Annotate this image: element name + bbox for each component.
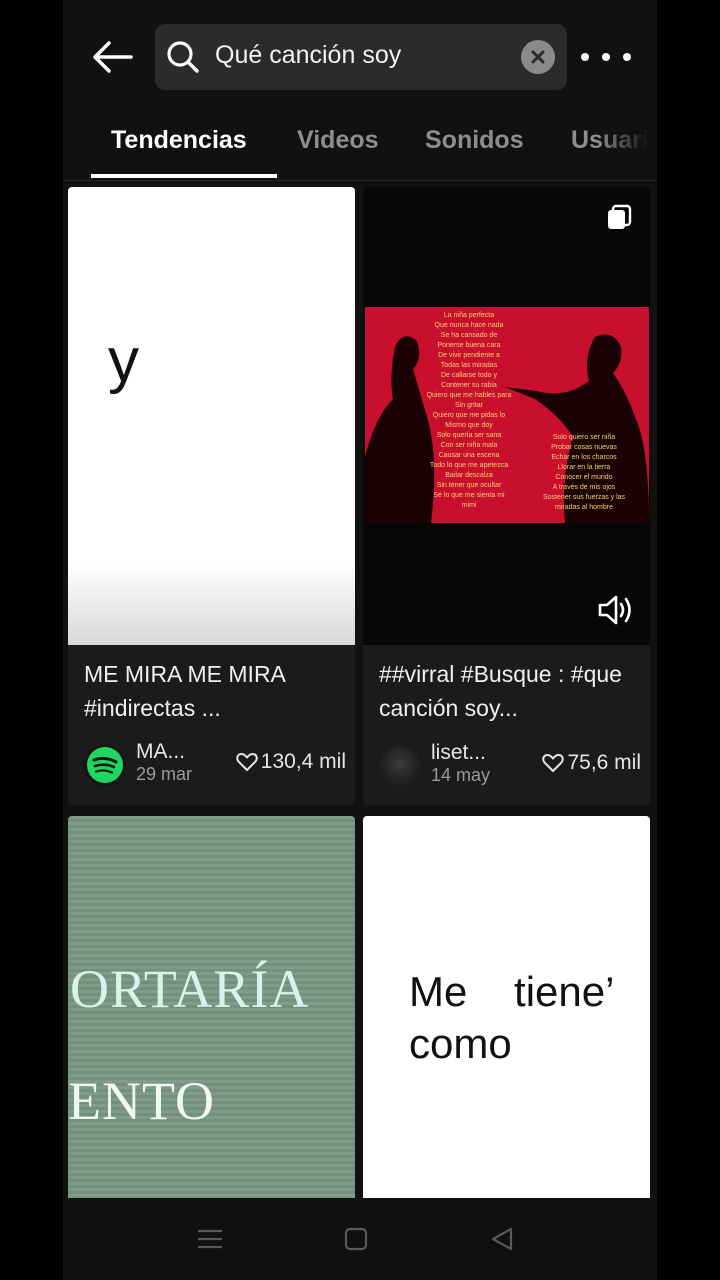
dot-icon [623, 53, 631, 61]
lyrics-image: La niña perfecta Que nunca hace nada Se ha… [365, 307, 649, 523]
lyric-line: Sin gritar [454, 402, 483, 409]
tab-sonidos[interactable]: Sonidos [425, 126, 524, 155]
lyric-line: Echar en los charcos [551, 454, 617, 461]
video-thumbnail[interactable]: y [68, 187, 355, 645]
speaker-icon[interactable] [597, 593, 635, 627]
video-caption[interactable]: ##virral #Busque : #que canción soy... [379, 657, 637, 729]
video-meta: liset... 14 may 75,6 mil [379, 741, 641, 789]
search-input[interactable]: Qué canción soy [155, 24, 567, 90]
back-nav-button[interactable] [487, 1224, 517, 1254]
lyric-line: De callarse todo y [440, 372, 498, 379]
menu-button[interactable] [195, 1224, 225, 1254]
lyric-line: Contener su rabia [441, 382, 497, 389]
lyric-line: Mismo que doy [445, 422, 493, 429]
tab-videos[interactable]: Videos [297, 126, 379, 155]
search-results-screen: Qué canción soy Tendencias Videos Sonido… [63, 0, 657, 1280]
search-icon [167, 41, 199, 73]
thumbnail-text: ENTO [68, 1071, 215, 1131]
close-icon [531, 50, 545, 64]
heart-icon [542, 754, 565, 772]
like-count-text: 75,6 mil [567, 751, 641, 774]
dot-icon [602, 53, 610, 61]
avatar[interactable] [379, 745, 421, 787]
video-card[interactable]: y ME MIRA ME MIRA #indirectas ... MA... … [68, 187, 355, 805]
thumbnail-text: ORTARÍA [70, 959, 310, 1019]
post-date: 14 may [431, 765, 491, 785]
lyric-line: Solo quiero ser niña [552, 434, 616, 441]
lyric-line: Todas las miradas [440, 362, 498, 369]
like-count: 130,4 mil [236, 750, 346, 774]
post-date: 29 mar [136, 764, 193, 784]
search-query-text[interactable]: Qué canción soy [215, 41, 401, 70]
tabs-fade [597, 112, 657, 178]
lyric-line: Bailar descalza [445, 472, 493, 479]
system-navigation-bar [63, 1198, 657, 1280]
search-header: Qué canción soy [63, 0, 657, 112]
active-tab-indicator [91, 174, 277, 178]
tab-tendencias[interactable]: Tendencias [111, 126, 247, 155]
menu-lines-icon [197, 1229, 223, 1249]
author-name[interactable]: MA... [136, 740, 185, 764]
lyric-line: Con ser niña mala [440, 442, 498, 449]
photo-stack-icon [608, 204, 632, 229]
thumbnail-text: como [409, 1020, 512, 1067]
lyric-line: A través de mis ojos [552, 484, 616, 491]
lyric-line: Solo quería ser sana [436, 432, 502, 439]
lyric-line: De vivir pendiente a [438, 352, 500, 359]
video-card[interactable]: ORTARÍA ENTO [68, 816, 355, 1198]
triangle-back-icon [491, 1227, 513, 1251]
thumbnail-text: Me tiene’ [409, 968, 615, 1015]
search-tabs: Tendencias Videos Sonidos Usuari [63, 112, 657, 181]
author-name[interactable]: liset... [431, 741, 486, 765]
lyric-line: miradas al hombre [555, 504, 613, 511]
thumbnail-text: y [108, 326, 139, 395]
video-thumbnail[interactable]: ORTARÍA ENTO [68, 816, 355, 1198]
spotify-logo-icon [87, 747, 123, 783]
lyric-line: Causar una escena [438, 452, 500, 459]
square-home-icon [344, 1227, 368, 1251]
lyric-line: mimi [461, 502, 477, 509]
video-thumbnail[interactable]: Me tiene’ como [363, 816, 650, 1198]
heart-icon [236, 753, 258, 771]
avatar[interactable] [84, 744, 126, 786]
like-count: 75,6 mil [542, 751, 641, 775]
lyric-line: Quiero que me hables para [426, 392, 512, 399]
lyric-line: Sin tener que ocultar [436, 482, 502, 489]
lyric-line: Todo lo que me apetezca [429, 462, 509, 469]
like-count-text: 130,4 mil [260, 750, 346, 773]
video-meta: MA... 29 mar 130,4 mil [84, 740, 346, 788]
lyrics-left-column: La niña perfecta Que nunca hace nada Se ha… [409, 311, 529, 511]
lyric-line: Sostener sus fuerzas y las [542, 494, 626, 501]
clear-search-button[interactable] [521, 40, 555, 74]
video-card[interactable]: Me tiene’ como [363, 816, 650, 1198]
more-options-button[interactable] [581, 40, 631, 74]
lyric-line: Conocer el mundo [555, 474, 613, 481]
home-button[interactable] [341, 1224, 371, 1254]
video-card[interactable]: La niña perfecta Que nunca hace nada Se ha… [363, 187, 650, 805]
lyric-line: Quiero que me pidas lo [432, 412, 506, 419]
back-button[interactable] [87, 32, 137, 82]
lyric-line: Sé lo que me sienta mi [433, 492, 505, 499]
lyric-line: Que nunca hace nada [434, 322, 504, 329]
arrow-left-icon [93, 41, 133, 73]
dot-icon [581, 53, 589, 61]
lyric-line: Llorar en la tierra [557, 464, 611, 471]
video-caption[interactable]: ME MIRA ME MIRA #indirectas ... [84, 657, 342, 727]
lyric-line: Probar cosas nuevas [551, 444, 617, 451]
lyrics-right-column: Solo quiero ser niña Probar cosas nuevas E… [525, 433, 643, 513]
lyric-line: Ponerse buena cara [437, 342, 501, 349]
lyric-line: Se ha cansado de [440, 332, 498, 339]
lyric-line: La niña perfecta [443, 312, 495, 319]
video-thumbnail[interactable]: La niña perfecta Que nunca hace nada Se ha… [363, 187, 650, 645]
